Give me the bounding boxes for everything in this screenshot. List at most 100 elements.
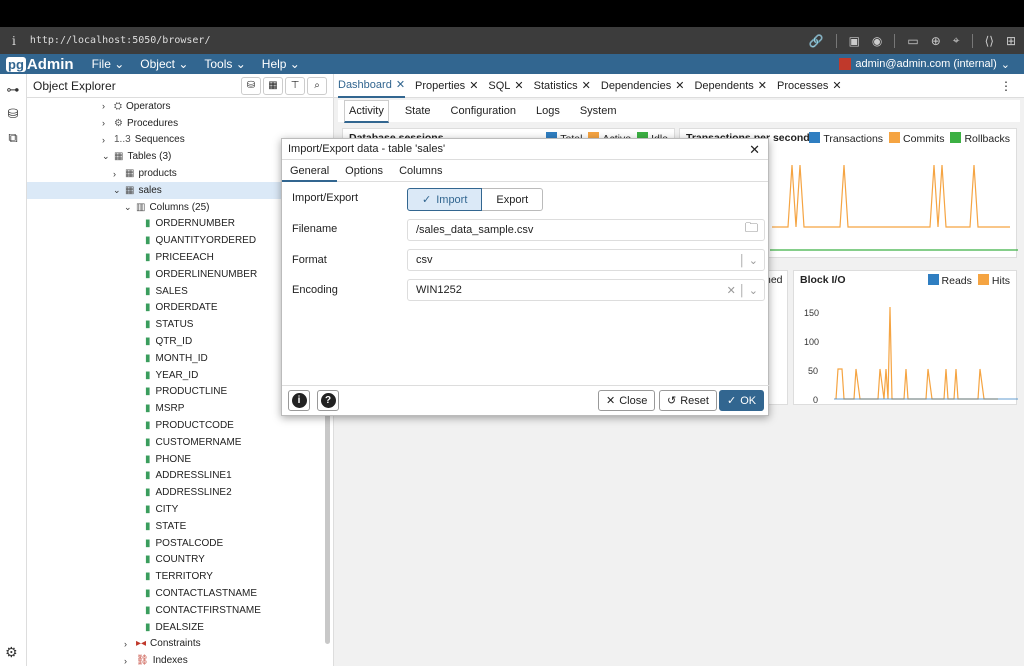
- close-icon[interactable]: ✕: [749, 142, 760, 158]
- subtab-system[interactable]: System: [576, 101, 621, 121]
- object-explorer-icon[interactable]: ⊶: [0, 82, 26, 98]
- avatar: [839, 58, 852, 70]
- url-text[interactable]: http://localhost:5050/browser/: [30, 35, 211, 46]
- tree-node-column[interactable]: ▮ ADDRESSLINE2: [145, 484, 232, 501]
- search-icon[interactable]: ⌕: [307, 77, 327, 95]
- database-icon[interactable]: ⛁: [0, 106, 26, 122]
- tree-node-column[interactable]: ▮ CONTACTLASTNAME: [145, 585, 257, 602]
- import-button[interactable]: ✓ Import: [407, 188, 483, 211]
- tree-node-column[interactable]: ▮ TERRITORY: [145, 568, 213, 585]
- tree-node-products[interactable]: › ▦ products: [113, 165, 177, 182]
- tree-node-column[interactable]: ▮ CONTACTFIRSTNAME: [145, 602, 261, 619]
- window-icon[interactable]: ▭: [907, 34, 918, 48]
- reset-button[interactable]: ↺ Reset: [659, 390, 717, 411]
- close-button[interactable]: ✕ Close: [598, 390, 656, 411]
- tree-node-column[interactable]: ▮ SALES: [145, 283, 188, 300]
- more-options-icon[interactable]: ⋮: [1000, 79, 1012, 93]
- tree-node-column[interactable]: ▮ ORDERNUMBER: [145, 216, 235, 233]
- tree-node-column[interactable]: ▮ CITY: [145, 501, 178, 518]
- gear-icon[interactable]: ⚙: [5, 644, 18, 661]
- tree-node-columns[interactable]: ⌄ ▥ Columns (25): [124, 199, 209, 216]
- node-icon: ▸◂: [136, 638, 147, 650]
- column-icon: ▮: [145, 520, 151, 532]
- info-icon[interactable]: i: [12, 34, 16, 48]
- encoding-select[interactable]: WIN1252 ✕ │ ⌄: [407, 279, 765, 301]
- view-data-icon[interactable]: ▦: [263, 77, 283, 95]
- menu-help[interactable]: Help ⌄: [262, 57, 300, 71]
- tree-node-column[interactable]: ▮ YEAR_ID: [145, 367, 198, 384]
- filename-field[interactable]: /sales_data_sample.csv 🗀: [407, 219, 765, 241]
- tab-properties[interactable]: Properties ✕: [415, 74, 478, 98]
- chevron-down-icon[interactable]: │ ⌄: [739, 254, 758, 267]
- tab-statistics[interactable]: Statistics ✕: [534, 74, 591, 98]
- column-icon: ▮: [145, 420, 151, 432]
- format-select[interactable]: csv │ ⌄: [407, 249, 765, 271]
- tree-node-column[interactable]: ▮ MSRP: [145, 400, 184, 417]
- tab-columns[interactable]: Columns: [391, 160, 450, 182]
- check-icon: ✓: [422, 194, 432, 206]
- format-label: Format: [292, 254, 327, 266]
- subtab-logs[interactable]: Logs: [532, 101, 564, 121]
- tree-node-column[interactable]: ▮ COUNTRY: [145, 552, 205, 569]
- camera-icon[interactable]: ◉: [872, 34, 882, 48]
- code-icon[interactable]: ⟨⟩: [985, 34, 994, 48]
- clear-chevron-icon[interactable]: ✕ │ ⌄: [727, 284, 758, 297]
- tree-node-column[interactable]: ▮ ORDERLINENUMBER: [145, 266, 257, 283]
- tree-node-column[interactable]: ▮ CUSTOMERNAME: [145, 434, 241, 451]
- info-button[interactable]: i: [288, 390, 310, 411]
- tree-node-column[interactable]: ▮ STATE: [145, 518, 186, 535]
- globe-icon[interactable]: ⊕: [931, 34, 941, 48]
- tree-node-column[interactable]: ▮ POSTALCODE: [145, 535, 223, 552]
- tree-node-indexes[interactable]: › ⛓ Indexes: [124, 652, 188, 666]
- tab-options[interactable]: Options: [337, 160, 391, 182]
- tree-node-operators[interactable]: › ⛭ Operators: [102, 98, 170, 115]
- tree-node-sequences[interactable]: › 1..3 Sequences: [102, 132, 185, 149]
- filter-icon[interactable]: ⊤: [285, 77, 305, 95]
- chevron-icon: ⌄: [102, 151, 110, 162]
- tree-node-procedures[interactable]: › ⚙ Procedures: [102, 115, 178, 132]
- ok-button[interactable]: ✓ OK: [719, 390, 765, 411]
- help-button[interactable]: ?: [317, 390, 339, 411]
- tab-processes[interactable]: Processes ✕: [777, 74, 842, 98]
- dialog-tabs: General Options Columns: [282, 160, 768, 182]
- subtab-state[interactable]: State: [401, 101, 435, 121]
- tree-node-column[interactable]: ▮ PHONE: [145, 451, 191, 468]
- tree-node-column[interactable]: ▮ ORDERDATE: [145, 300, 218, 317]
- tree-node-column[interactable]: ▮ PRODUCTLINE: [145, 384, 227, 401]
- export-button[interactable]: Export: [482, 188, 544, 211]
- tree-node-column[interactable]: ▮ PRICEEACH: [145, 249, 214, 266]
- tree-node-column[interactable]: ▮ QUANTITYORDERED: [145, 232, 256, 249]
- tab-dashboard[interactable]: Dashboard ✕: [338, 74, 406, 98]
- tab-general[interactable]: General: [282, 160, 338, 182]
- column-icon: ▮: [145, 218, 151, 230]
- close-icon: ✕: [832, 80, 842, 92]
- tree-node-tables[interactable]: ⌄ ▦ Tables (3): [102, 148, 171, 165]
- tree-node-column[interactable]: ▮ ADDRESSLINE1: [145, 468, 232, 485]
- crosshair-icon[interactable]: ⌖: [953, 33, 960, 48]
- tree-node-column[interactable]: ▮ STATUS: [145, 316, 193, 333]
- tab-dependents[interactable]: Dependents ✕: [694, 74, 767, 98]
- subtab-activity[interactable]: Activity: [344, 99, 389, 123]
- column-icon: ▮: [145, 352, 151, 364]
- tree-node-column[interactable]: ▮ MONTH_ID: [145, 350, 208, 367]
- schema-diff-icon[interactable]: ⧉: [0, 130, 26, 146]
- grid-icon[interactable]: ⊞: [1006, 34, 1016, 48]
- folder-icon[interactable]: 🗀: [745, 219, 758, 241]
- user-menu[interactable]: admin@admin.com (internal) ⌄: [839, 54, 1010, 74]
- node-icon: ▦: [114, 151, 124, 163]
- link-icon[interactable]: 🔗: [809, 34, 824, 48]
- tree-node-column[interactable]: ▮ PRODUCTCODE: [145, 417, 234, 434]
- tab-sql[interactable]: SQL ✕: [488, 74, 523, 98]
- tree-node-constraints[interactable]: › ▸◂ Constraints: [124, 636, 201, 653]
- node-icon: ▦: [125, 184, 135, 196]
- tab-dependencies[interactable]: Dependencies ✕: [601, 74, 685, 98]
- subtab-configuration[interactable]: Configuration: [447, 101, 520, 121]
- import-export-toggle: ✓ Import Export: [407, 188, 544, 211]
- tree-node-column[interactable]: ▮ DEALSIZE: [145, 619, 204, 636]
- menu-tools[interactable]: Tools ⌄: [204, 57, 245, 71]
- menu-object[interactable]: Object ⌄: [140, 57, 188, 71]
- menu-file[interactable]: File ⌄: [92, 57, 125, 71]
- query-tool-icon[interactable]: ⛁: [241, 77, 261, 95]
- tree-node-column[interactable]: ▮ QTR_ID: [145, 333, 192, 350]
- screenshot-icon[interactable]: ▣: [849, 34, 860, 48]
